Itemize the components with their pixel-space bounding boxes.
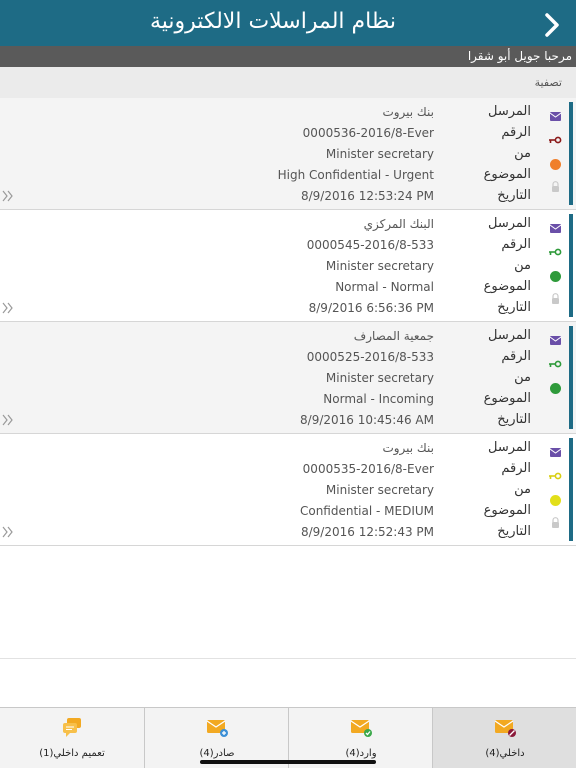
subject-label: الموضوع [483,167,531,182]
message-row[interactable]: المرسل الرقم من الموضوع التاريخ جمعية ال… [0,322,576,434]
sender-label: المرسل [488,216,531,231]
outgoing-mail-icon [206,720,228,737]
sender-label: المرسل [488,104,531,119]
from-label: من [514,370,531,385]
subject-value: High Confidential - Urgent [277,168,434,182]
message-row[interactable]: المرسل الرقم من الموضوع التاريخ بنك بيرو… [0,434,576,546]
tab-internal-circular[interactable]: تعميم داخلي(1) [0,708,144,768]
envelope-icon [550,112,561,121]
subject-label: الموضوع [483,279,531,294]
chat-bubbles-icon [63,718,81,737]
list-end-divider [0,658,576,659]
lock-icon [552,293,559,304]
number-value: 0000525-2016/8-533 [306,350,434,364]
filter-bar[interactable]: تصفية [0,67,576,98]
subject-value: Normal - Normal [335,280,434,294]
sender-label: المرسل [488,328,531,343]
sender-value: البنك المركزي [363,217,434,231]
tab-outgoing[interactable]: صادر(4) [144,708,288,768]
bottom-tab-bar: تعميم داخلي(1) صادر(4) وارد(4) داخلي(4) [0,707,576,768]
row-accent-bar [569,438,573,541]
tab-internal[interactable]: داخلي(4) [432,708,576,768]
from-value: Minister secretary [325,371,434,385]
priority-dot-icon [550,159,561,170]
key-icon [549,248,562,256]
date-value: 8/9/2016 10:45:46 AM [300,413,434,427]
tab-label: داخلي(4) [485,748,525,759]
envelope-icon [550,336,561,345]
message-list: المرسل الرقم من الموضوع التاريخ بنك بيرو… [0,98,576,546]
tab-label: وارد(4) [345,748,377,759]
date-label: التاريخ [497,412,531,427]
sender-label: المرسل [488,440,531,455]
lock-icon [552,517,559,528]
subject-label: الموضوع [483,391,531,406]
priority-dot-icon [550,495,561,506]
app-header: نظام المراسلات الالكترونية [0,0,576,46]
envelope-icon [550,448,561,457]
date-value: 8/9/2016 12:53:24 PM [300,189,434,203]
tab-incoming[interactable]: وارد(4) [288,708,432,768]
internal-mail-icon [494,720,516,737]
from-value: Minister secretary [325,483,434,497]
sender-value: جمعية المصارف [353,329,434,343]
tab-label: تعميم داخلي(1) [39,748,105,759]
number-label: الرقم [501,349,531,364]
key-icon [549,360,562,368]
from-label: من [514,146,531,161]
welcome-bar: مرحبا جويل أبو شقرا [0,46,576,67]
row-accent-bar [569,102,573,205]
number-label: الرقم [501,461,531,476]
number-value: 0000545-2016/8-533 [306,238,434,252]
app-title: نظام المراسلات الالكترونية [149,9,396,34]
sender-value: بنك بيروت [382,441,434,455]
date-value: 8/9/2016 12:52:43 PM [300,525,434,539]
sender-value: بنك بيروت [382,105,434,119]
subject-value: Normal - Incoming [323,392,434,406]
message-row[interactable]: المرسل الرقم من الموضوع التاريخ البنك ال… [0,210,576,322]
date-label: التاريخ [497,524,531,539]
number-label: الرقم [501,237,531,252]
double-chevron-right-icon[interactable] [2,525,14,539]
from-label: من [514,258,531,273]
number-value: 0000536-2016/8-Ever [302,126,434,140]
double-chevron-right-icon[interactable] [2,301,14,315]
subject-value: Confidential - MEDIUM [299,504,434,518]
subject-label: الموضوع [483,503,531,518]
envelope-icon [550,224,561,233]
filter-label[interactable]: تصفية [535,76,562,89]
message-row[interactable]: المرسل الرقم من الموضوع التاريخ بنك بيرو… [0,98,576,210]
number-value: 0000535-2016/8-Ever [302,462,434,476]
date-label: التاريخ [497,188,531,203]
row-accent-bar [569,326,573,429]
home-indicator [200,760,376,764]
double-chevron-right-icon[interactable] [2,413,14,427]
key-icon [549,472,562,480]
from-label: من [514,482,531,497]
tab-label: صادر(4) [199,748,235,759]
lock-icon [552,181,559,192]
date-label: التاريخ [497,300,531,315]
welcome-text: مرحبا جويل أبو شقرا [467,49,572,63]
priority-dot-icon [550,271,561,282]
row-accent-bar [569,214,573,317]
incoming-mail-icon [350,720,372,737]
key-icon [549,136,562,144]
double-chevron-right-icon[interactable] [2,189,14,203]
priority-dot-icon [550,383,561,394]
from-value: Minister secretary [325,259,434,273]
chevron-right-icon[interactable] [537,10,567,40]
number-label: الرقم [501,125,531,140]
from-value: Minister secretary [325,147,434,161]
date-value: 8/9/2016 6:56:36 PM [308,301,434,315]
